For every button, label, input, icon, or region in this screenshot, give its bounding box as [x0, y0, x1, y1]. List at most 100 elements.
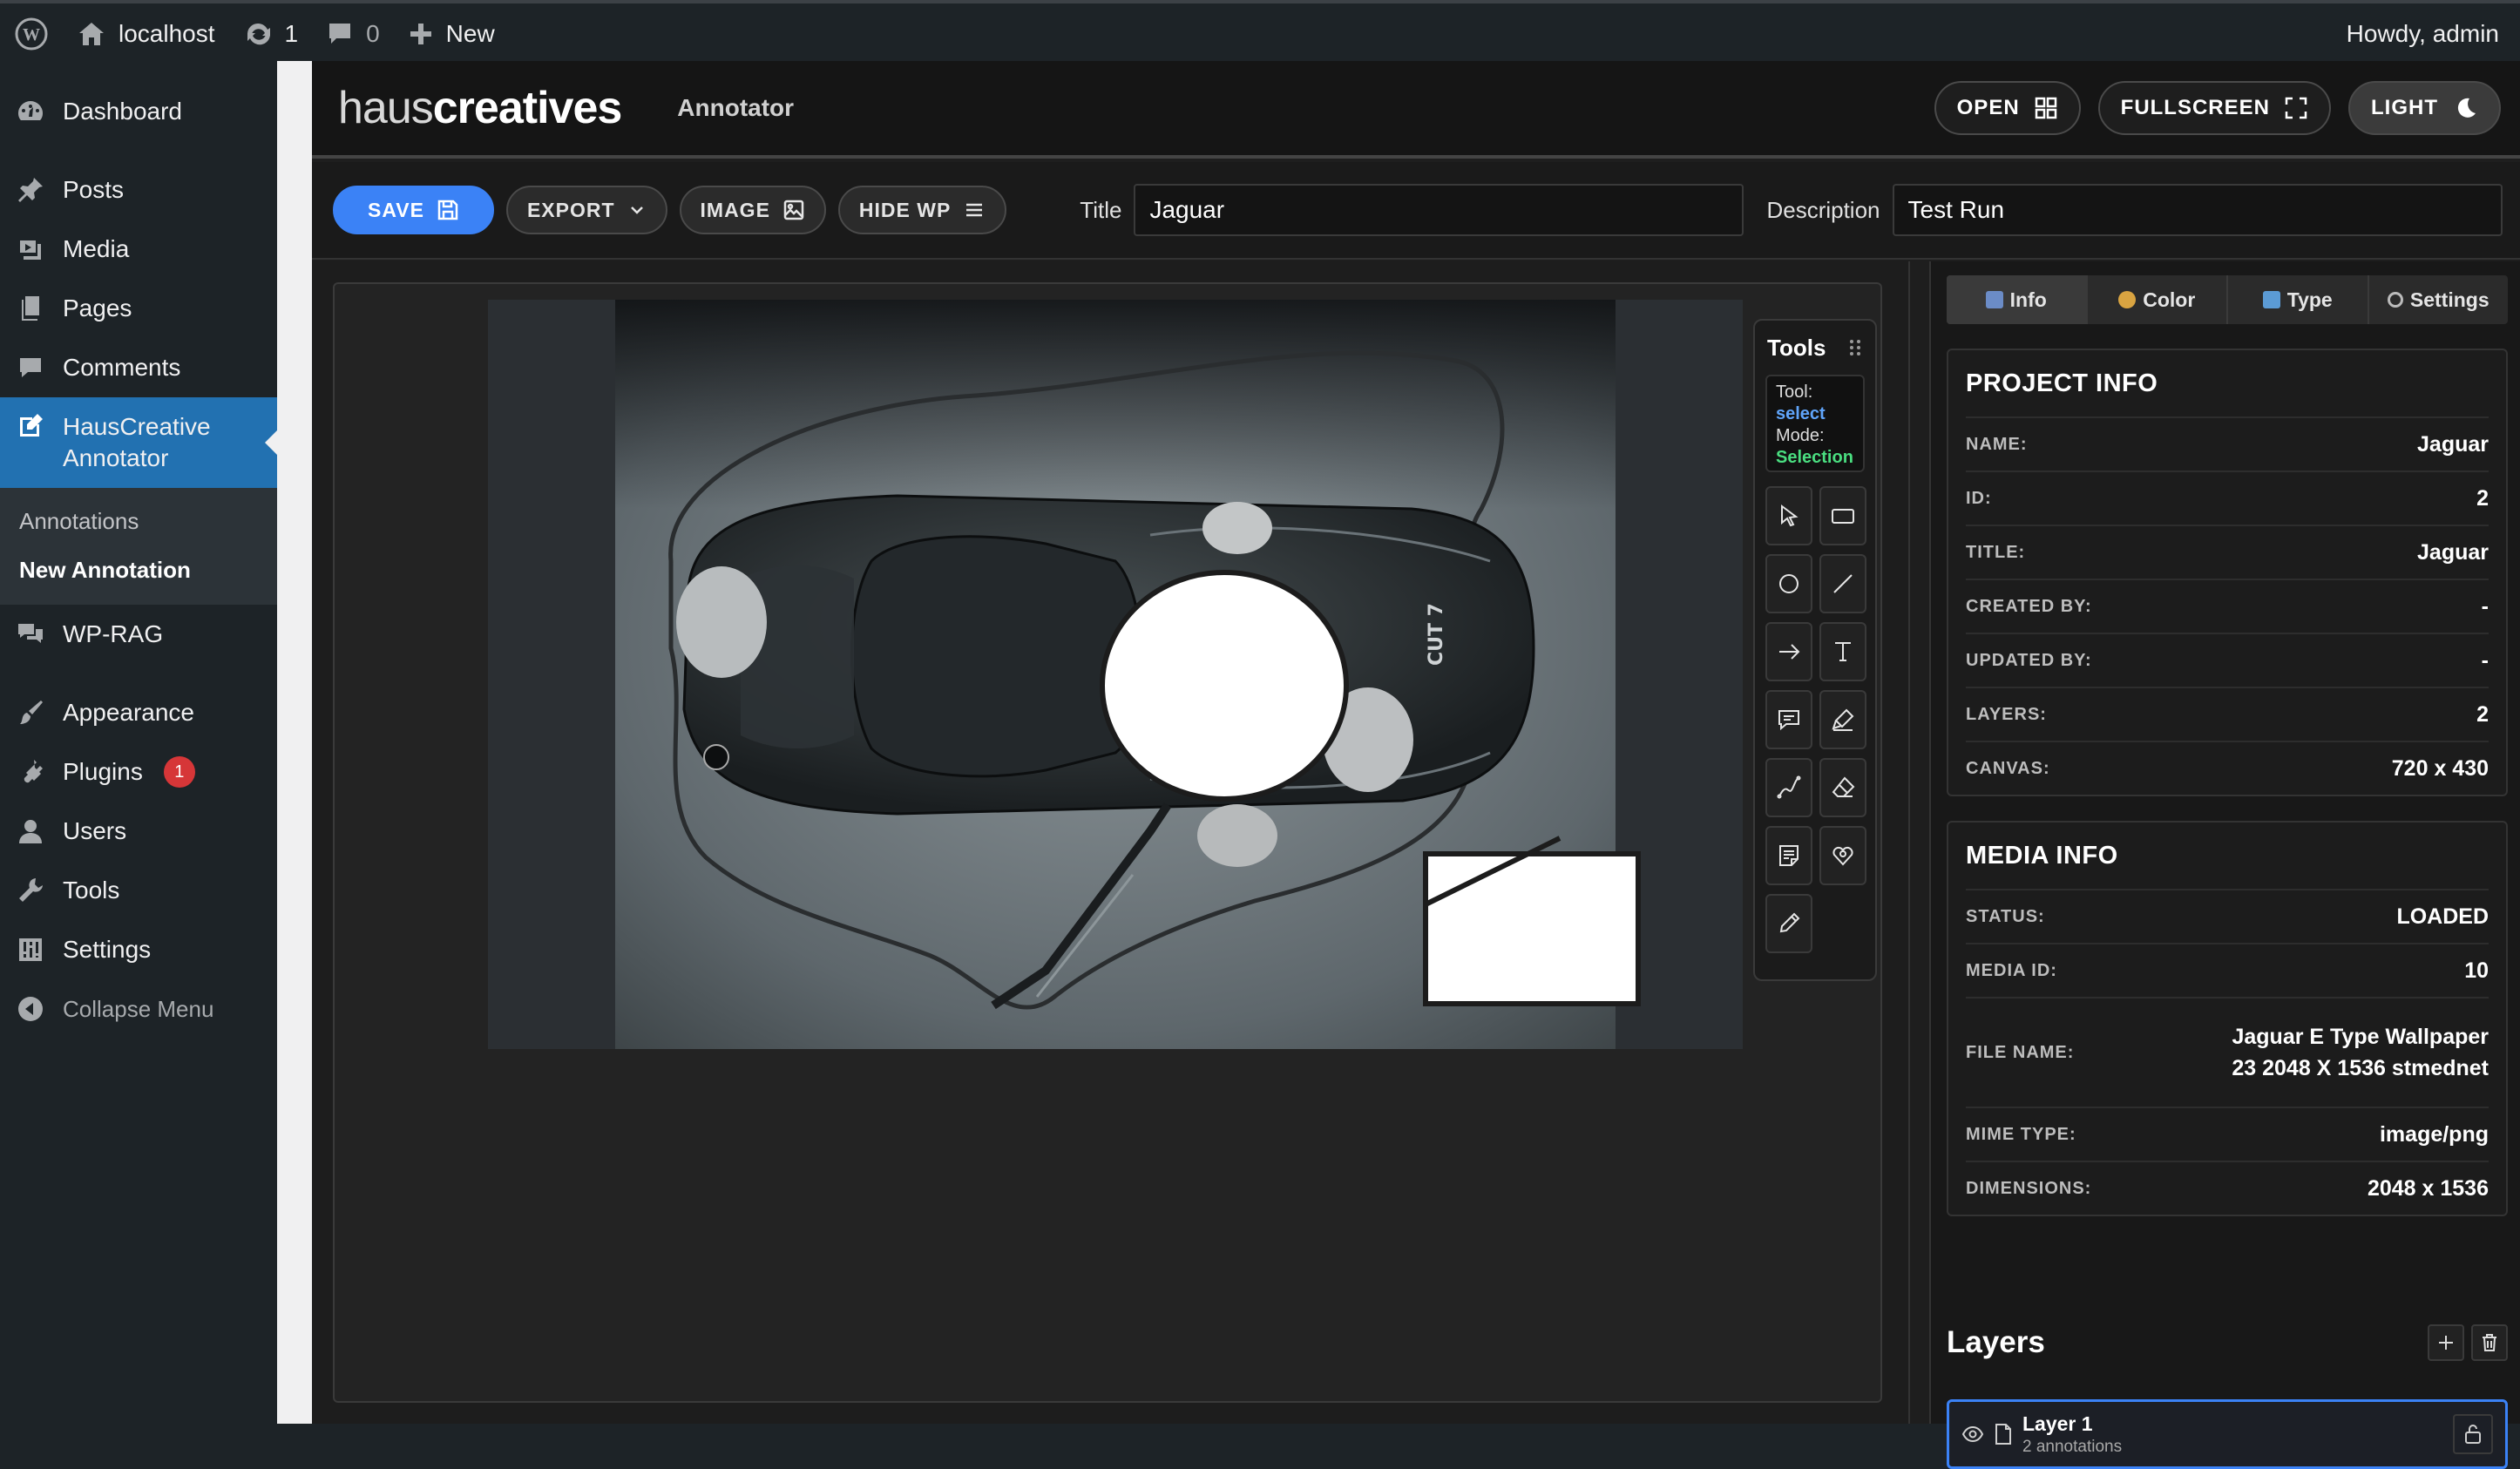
comments-link[interactable]: 0 [312, 3, 394, 64]
freehand-tool-button[interactable] [1765, 758, 1812, 817]
moon-icon [2457, 98, 2476, 118]
submenu-new-annotation[interactable]: New Annotation [0, 545, 277, 594]
user-icon [16, 816, 45, 846]
menu-label: Users [63, 817, 127, 844]
menu-users[interactable]: Users [0, 802, 277, 861]
tab-settings[interactable]: Settings [2369, 275, 2509, 324]
layers-header: Layers [1947, 1321, 2508, 1364]
new-content-link[interactable]: New [394, 3, 509, 64]
media-mime-row: MIME TYPE: image/png [1966, 1107, 2489, 1161]
account-greeting[interactable]: Howdy, admin [2333, 3, 2520, 64]
title-input[interactable] [1134, 184, 1744, 236]
menu-comments[interactable]: Comments [0, 338, 277, 397]
menu-tools[interactable]: Tools [0, 861, 277, 920]
tab-color[interactable]: Color [2088, 275, 2228, 324]
field-key: CANVAS: [1966, 758, 2050, 778]
app-frame: hauscreatives Annotator OPEN FULLSCREEN … [312, 61, 2520, 1469]
submenu-annotations[interactable]: Annotations [0, 497, 277, 545]
pen-tool-button[interactable] [1765, 894, 1812, 953]
note-tool-button[interactable] [1765, 826, 1812, 885]
tab-type[interactable]: Type [2228, 275, 2369, 324]
sliders-icon [16, 935, 45, 965]
media-icon [16, 234, 45, 264]
comment-icon [329, 24, 351, 44]
media-info-title: MEDIA INFO [1966, 841, 2118, 870]
pen-icon [1779, 912, 1800, 933]
shape-tool-button[interactable] [1819, 826, 1866, 885]
project-name-row: NAME: Jaguar [1966, 416, 2489, 470]
fullscreen-button[interactable]: FULLSCREEN [2097, 81, 2331, 135]
menu-media[interactable]: Media [0, 220, 277, 279]
hide-wp-button[interactable]: HIDE WP [837, 186, 1007, 234]
project-canvas-row: CANVAS: 720 x 430 [1966, 741, 2489, 795]
project-created-row: CREATED BY: - [1966, 579, 2489, 633]
type-icon [2262, 291, 2280, 308]
car-hood-mark: CUT 7 [1426, 603, 1447, 666]
layer-lock-button[interactable] [2453, 1414, 2493, 1454]
annotation-canvas[interactable]: CUT 7 [488, 300, 1743, 1049]
light-mode-button[interactable]: LIGHT [2348, 81, 2501, 135]
pointer-icon [1781, 504, 1799, 527]
fullscreen-icon [2285, 97, 2307, 119]
field-key: UPDATED BY: [1966, 650, 2092, 670]
delete-layer-button[interactable] [2471, 1324, 2508, 1361]
drag-handle-icon[interactable] [1847, 338, 1863, 357]
menu-appearance[interactable]: Appearance [0, 683, 277, 742]
wordpress-logo-icon[interactable]: W [0, 3, 63, 64]
field-value: - [2481, 593, 2489, 619]
rectangle-tool-button[interactable] [1819, 486, 1866, 545]
plus-icon [2439, 1336, 2453, 1350]
eraser-tool-button[interactable] [1819, 758, 1866, 817]
rectangle-icon [1832, 509, 1854, 524]
menu-plugins[interactable]: Plugins 1 [0, 742, 277, 802]
text-tool-button[interactable] [1819, 622, 1866, 681]
menu-hauscreative-annotator[interactable]: HausCreative Annotator [0, 397, 277, 488]
field-value: LOADED [2396, 904, 2489, 929]
save-button[interactable]: SAVE [333, 186, 494, 234]
field-key: MIME TYPE: [1966, 1124, 2076, 1144]
menu-dashboard[interactable]: Dashboard [0, 82, 277, 141]
site-link[interactable]: localhost [63, 3, 229, 64]
eye-icon[interactable] [1961, 1423, 1984, 1445]
field-value: Jaguar E Type Wallpaper 23 2048 X 1536 s… [2232, 1025, 2489, 1080]
callout-tool-button[interactable] [1765, 690, 1812, 749]
hide-wp-label: HIDE WP [858, 198, 952, 221]
refresh-icon [247, 23, 270, 45]
description-input[interactable] [1892, 184, 2503, 236]
menu-pages[interactable]: Pages [0, 279, 277, 338]
collapse-menu-button[interactable]: Collapse Menu [0, 979, 277, 1039]
export-button[interactable]: EXPORT [505, 186, 667, 234]
project-title-row: TITLE: Jaguar [1966, 525, 2489, 579]
hauscreatives-logo: hauscreatives [338, 82, 622, 134]
circle-tool-button[interactable] [1765, 554, 1812, 613]
field-key: DIMENSIONS: [1966, 1178, 2092, 1198]
gear-icon [2387, 292, 2403, 308]
menu-settings[interactable]: Settings [0, 920, 277, 979]
menu-wp-rag[interactable]: WP-RAG [0, 605, 277, 664]
export-label: EXPORT [526, 198, 615, 221]
description-label: Description [1766, 196, 1880, 223]
logo-thin-text: haus [338, 83, 434, 133]
tab-info[interactable]: Info [1947, 275, 2088, 324]
open-button[interactable]: OPEN [1934, 81, 2081, 135]
unlock-icon [2465, 1425, 2481, 1444]
tool-status: Tool: select Mode: Selection [1765, 375, 1865, 472]
select-tool-button[interactable] [1765, 486, 1812, 545]
image-button[interactable]: IMAGE [679, 186, 826, 234]
line-tool-button[interactable] [1819, 554, 1866, 613]
layer-item[interactable]: Layer 1 2 annotations [1947, 1399, 2508, 1469]
highlighter-tool-button[interactable] [1819, 690, 1866, 749]
save-label: SAVE [368, 198, 424, 221]
arrow-tool-button[interactable] [1765, 622, 1812, 681]
annotator-app: hauscreatives Annotator OPEN FULLSCREEN … [277, 61, 2520, 1469]
panel-tabs: Info Color Type Settings [1947, 275, 2508, 324]
menu-posts[interactable]: Posts [0, 160, 277, 220]
line-icon [1833, 574, 1853, 593]
add-layer-button[interactable] [2428, 1324, 2464, 1361]
project-info-card: PROJECT INFO NAME: Jaguar ID: 2 TITLE: Jagu… [1947, 349, 2508, 796]
updates-link[interactable]: 1 [229, 3, 313, 64]
workspace: CUT 7 Tools Tool: select Mode: Selection [312, 261, 1910, 1424]
collapse-arrow-icon [16, 994, 45, 1024]
site-name: localhost [119, 20, 215, 47]
menu-label: Tools [63, 877, 120, 904]
